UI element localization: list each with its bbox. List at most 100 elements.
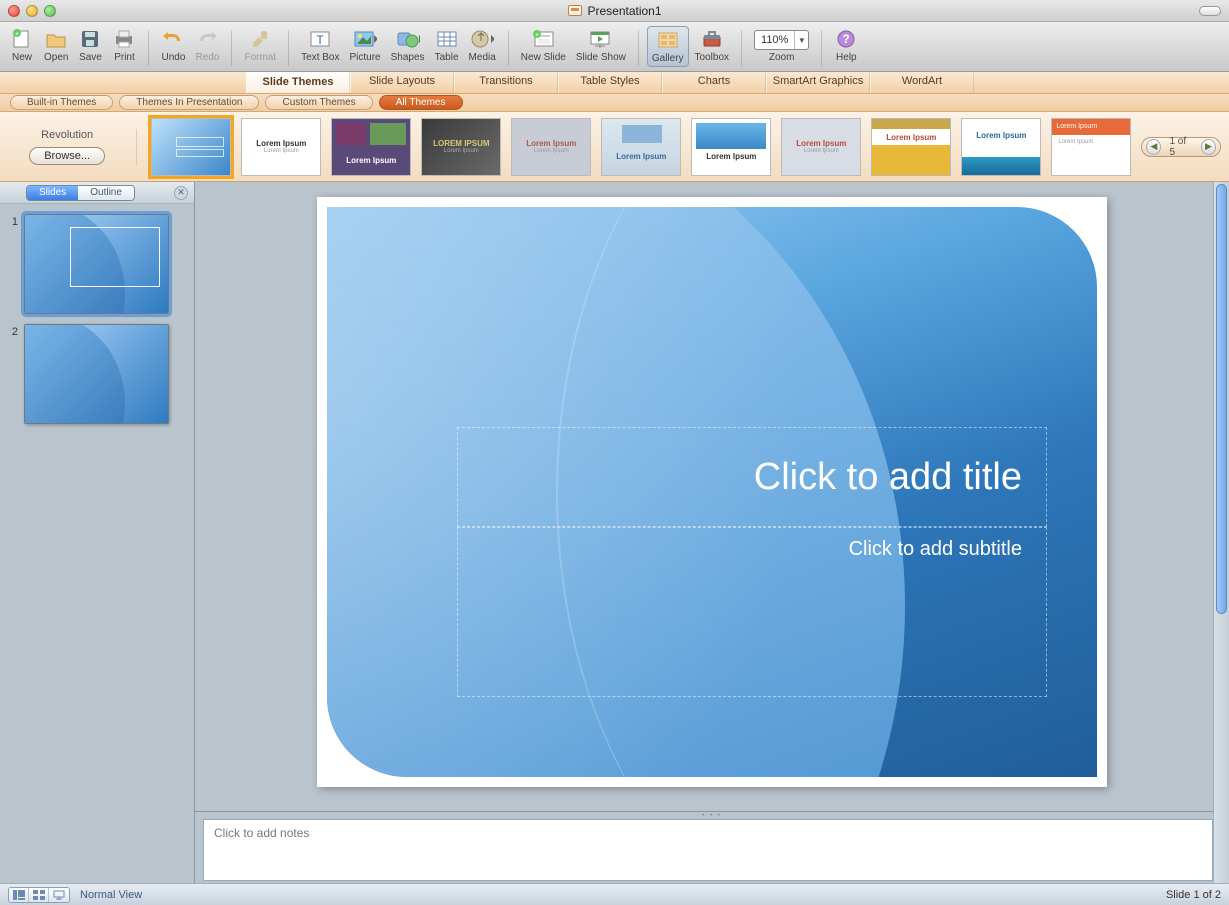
browse-button[interactable]: Browse... bbox=[29, 147, 105, 165]
slide-editor: Click to add title Click to add subtitle… bbox=[195, 182, 1229, 883]
notes-pane[interactable]: Click to add notes bbox=[203, 819, 1213, 881]
close-window-button[interactable] bbox=[8, 5, 20, 17]
panel-tab-segmented: Slides Outline bbox=[26, 185, 135, 201]
theme-thumb[interactable]: Lorem IpsumLorem Ipsum bbox=[241, 118, 321, 176]
pager-text: 1 of 5 bbox=[1161, 136, 1200, 158]
gallery-icon bbox=[656, 29, 680, 51]
gallery-button[interactable]: Gallery bbox=[647, 26, 689, 67]
ribbon-tabs: Slide Themes Slide Layouts Transitions T… bbox=[0, 72, 1229, 94]
theme-thumbnails: Lorem IpsumLorem Ipsum Lorem Ipsum LOREM… bbox=[151, 118, 1131, 176]
table-button[interactable]: Table bbox=[431, 26, 463, 65]
slideshow-icon bbox=[589, 28, 613, 50]
vertical-scrollbar[interactable] bbox=[1213, 182, 1229, 883]
slides-panel: Slides Outline ✕ 1 2 bbox=[0, 182, 195, 883]
normal-view-button[interactable] bbox=[9, 888, 29, 902]
ribbon-tab-transitions[interactable]: Transitions bbox=[454, 72, 558, 93]
format-icon bbox=[248, 28, 272, 50]
slide-thumbnail-row: 1 bbox=[8, 214, 186, 314]
shapes-icon bbox=[396, 28, 420, 50]
svg-text:T: T bbox=[317, 33, 325, 47]
category-in-presentation[interactable]: Themes In Presentation bbox=[119, 95, 259, 110]
splitter-handle[interactable]: • • • bbox=[195, 811, 1229, 819]
category-builtin[interactable]: Built-in Themes bbox=[10, 95, 113, 110]
svg-text:+: + bbox=[535, 32, 539, 39]
current-theme-name: Revolution bbox=[41, 129, 93, 141]
save-button[interactable]: Save bbox=[74, 26, 106, 65]
print-button[interactable]: Print bbox=[108, 26, 140, 65]
textbox-button[interactable]: T Text Box bbox=[297, 26, 343, 65]
textbox-icon: T bbox=[308, 28, 332, 50]
scrollbar-thumb[interactable] bbox=[1216, 184, 1227, 614]
open-button[interactable]: Open bbox=[40, 26, 72, 65]
ribbon-tab-wordart[interactable]: WordArt bbox=[870, 72, 974, 93]
new-button[interactable]: + New bbox=[6, 26, 38, 65]
slideshow-view-button[interactable] bbox=[49, 888, 69, 902]
slide-thumbnail-row: 2 bbox=[8, 324, 186, 424]
theme-thumb[interactable]: LOREM IPSUMLorem Ipsum bbox=[421, 118, 501, 176]
format-button[interactable]: Format bbox=[240, 26, 280, 65]
theme-thumb[interactable]: Lorem IpsumLorem Ipsum bbox=[781, 118, 861, 176]
view-buttons bbox=[8, 887, 70, 903]
zoom-value: 110% bbox=[755, 34, 794, 46]
theme-thumb[interactable]: Lorem Ipsum bbox=[871, 118, 951, 176]
help-icon: ? bbox=[834, 28, 858, 50]
slides-tab[interactable]: Slides bbox=[27, 186, 78, 200]
status-bar: Normal View Slide 1 of 2 bbox=[0, 883, 1229, 905]
subtitle-placeholder[interactable]: Click to add subtitle bbox=[457, 527, 1047, 697]
redo-icon bbox=[195, 28, 219, 50]
help-button[interactable]: ? Help bbox=[830, 26, 862, 65]
slide-thumbnail[interactable] bbox=[24, 324, 169, 424]
theme-thumb[interactable]: Lorem Ipsum bbox=[961, 118, 1041, 176]
zoom-control[interactable]: 110%▼ Zoom bbox=[750, 26, 813, 65]
slide-position-label: Slide 1 of 2 bbox=[1166, 889, 1221, 901]
slideshow-button[interactable]: Slide Show bbox=[572, 26, 630, 65]
title-placeholder[interactable]: Click to add title bbox=[457, 427, 1047, 527]
theme-thumb[interactable]: Lorem IpsumLorem Ipsum bbox=[511, 118, 591, 176]
ribbon-tab-table-styles[interactable]: Table Styles bbox=[558, 72, 662, 93]
picture-button[interactable]: Picture bbox=[346, 26, 385, 65]
toolbar-toggle-button[interactable] bbox=[1199, 6, 1221, 16]
sorter-view-button[interactable] bbox=[29, 888, 49, 902]
main-toolbar: + New Open Save Print Undo Redo Format T… bbox=[0, 22, 1229, 72]
ribbon-tab-slide-themes[interactable]: Slide Themes bbox=[246, 72, 350, 93]
table-icon bbox=[435, 28, 459, 50]
svg-text:+: + bbox=[15, 31, 19, 38]
theme-thumb[interactable]: Lorem IpsumLorem Ipsum bbox=[1051, 118, 1131, 176]
slide-number: 2 bbox=[8, 324, 18, 424]
new-icon: + bbox=[10, 28, 34, 50]
pager-prev-button[interactable]: ◀ bbox=[1146, 139, 1161, 155]
picture-icon bbox=[353, 28, 377, 50]
zoom-window-button[interactable] bbox=[44, 5, 56, 17]
window-title: Presentation1 bbox=[587, 4, 661, 18]
toolbox-button[interactable]: Toolbox bbox=[691, 26, 733, 65]
theme-thumb[interactable]: Lorem Ipsum bbox=[331, 118, 411, 176]
undo-button[interactable]: Undo bbox=[157, 26, 189, 65]
ribbon-tab-charts[interactable]: Charts bbox=[662, 72, 766, 93]
new-slide-icon: + bbox=[531, 28, 555, 50]
document-icon bbox=[567, 5, 581, 16]
ribbon-tab-smartart[interactable]: SmartArt Graphics bbox=[766, 72, 870, 93]
new-slide-button[interactable]: + New Slide bbox=[517, 26, 570, 65]
theme-thumb[interactable]: Lorem Ipsum bbox=[601, 118, 681, 176]
slide-canvas[interactable]: Click to add title Click to add subtitle bbox=[317, 197, 1107, 787]
category-all[interactable]: All Themes bbox=[379, 95, 463, 110]
view-mode-label: Normal View bbox=[80, 889, 142, 901]
media-icon bbox=[470, 28, 494, 50]
redo-button[interactable]: Redo bbox=[191, 26, 223, 65]
undo-icon bbox=[161, 28, 185, 50]
ribbon-tab-slide-layouts[interactable]: Slide Layouts bbox=[350, 72, 454, 93]
shapes-button[interactable]: Shapes bbox=[387, 26, 429, 65]
minimize-window-button[interactable] bbox=[26, 5, 38, 17]
theme-thumb[interactable] bbox=[151, 118, 231, 176]
close-panel-button[interactable]: ✕ bbox=[174, 186, 188, 200]
theme-thumb[interactable]: Lorem Ipsum bbox=[691, 118, 771, 176]
chevron-down-icon[interactable]: ▼ bbox=[794, 31, 808, 49]
theme-gallery: Revolution Browse... Lorem IpsumLorem Ip… bbox=[0, 112, 1229, 182]
pager-next-button[interactable]: ▶ bbox=[1201, 139, 1216, 155]
media-button[interactable]: Media bbox=[465, 26, 500, 65]
slide-thumbnail[interactable] bbox=[24, 214, 169, 314]
theme-category-tabs: Built-in Themes Themes In Presentation C… bbox=[0, 94, 1229, 112]
print-icon bbox=[112, 28, 136, 50]
outline-tab[interactable]: Outline bbox=[78, 186, 134, 200]
category-custom[interactable]: Custom Themes bbox=[265, 95, 372, 110]
